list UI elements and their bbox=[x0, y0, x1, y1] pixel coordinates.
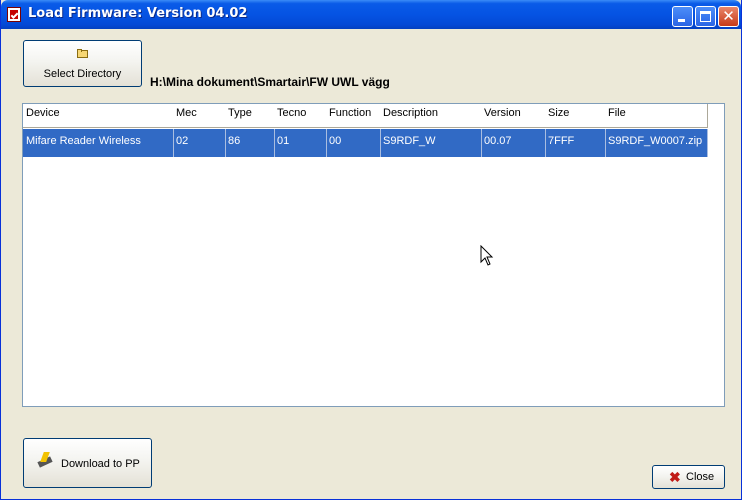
column-header-function[interactable]: Function bbox=[326, 104, 381, 128]
download-label: Download to PP bbox=[61, 458, 140, 470]
cell-type: 86 bbox=[225, 129, 275, 157]
column-header-file[interactable]: File bbox=[605, 104, 708, 128]
cell-file: S9RDF_W0007.zip bbox=[605, 129, 708, 157]
column-header-tecno[interactable]: Tecno bbox=[274, 104, 327, 128]
column-header-description[interactable]: Description bbox=[380, 104, 482, 128]
select-directory-button[interactable]: Select Directory bbox=[23, 40, 142, 87]
maximize-button[interactable] bbox=[695, 6, 716, 27]
cell-function: 00 bbox=[326, 129, 381, 157]
minimize-icon bbox=[678, 19, 685, 22]
cell-mec: 02 bbox=[173, 129, 226, 157]
column-header-device[interactable]: Device bbox=[23, 104, 174, 128]
cell-device: Mifare Reader Wireless bbox=[23, 129, 174, 157]
cell-size: 7FFF bbox=[545, 129, 606, 157]
firmware-app-icon[interactable] bbox=[7, 7, 21, 22]
table-row[interactable]: Mifare Reader Wireless 02 86 01 00 S9RDF_W 00.… bbox=[23, 129, 708, 157]
chip-lightning-icon bbox=[37, 452, 53, 468]
minimize-button[interactable] bbox=[672, 6, 693, 27]
directory-path: H:\Mina dokument\Smartair\FW UWL vägg bbox=[150, 75, 390, 89]
close-label: Close bbox=[686, 471, 715, 483]
cell-description: S9RDF_W bbox=[380, 129, 482, 157]
column-header-size[interactable]: Size bbox=[545, 104, 606, 128]
firmware-list[interactable]: Device Mec Type Tecno Function Description Ver… bbox=[22, 103, 725, 407]
window-title: Load Firmware: Version 04.02 bbox=[28, 6, 248, 21]
column-header-type[interactable]: Type bbox=[225, 104, 275, 128]
maximize-icon bbox=[700, 11, 711, 22]
close-window-button[interactable]: ✕ bbox=[718, 6, 739, 27]
close-button[interactable]: ✖ Close bbox=[652, 465, 725, 489]
column-header-mec[interactable]: Mec bbox=[173, 104, 226, 128]
close-icon: ✕ bbox=[722, 7, 735, 25]
title-bar[interactable]: Load Firmware: Version 04.02 ✕ bbox=[1, 0, 741, 29]
download-to-pp-button[interactable]: Download to PP bbox=[23, 438, 152, 488]
red-x-icon: ✖ bbox=[669, 469, 681, 485]
column-header-version[interactable]: Version bbox=[481, 104, 546, 128]
firmware-window: Load Firmware: Version 04.02 ✕ Select Di… bbox=[0, 0, 742, 500]
cell-tecno: 01 bbox=[274, 129, 327, 157]
cell-version: 00.07 bbox=[481, 129, 546, 157]
folder-open-icon bbox=[77, 49, 89, 58]
select-directory-label: Select Directory bbox=[43, 68, 122, 80]
